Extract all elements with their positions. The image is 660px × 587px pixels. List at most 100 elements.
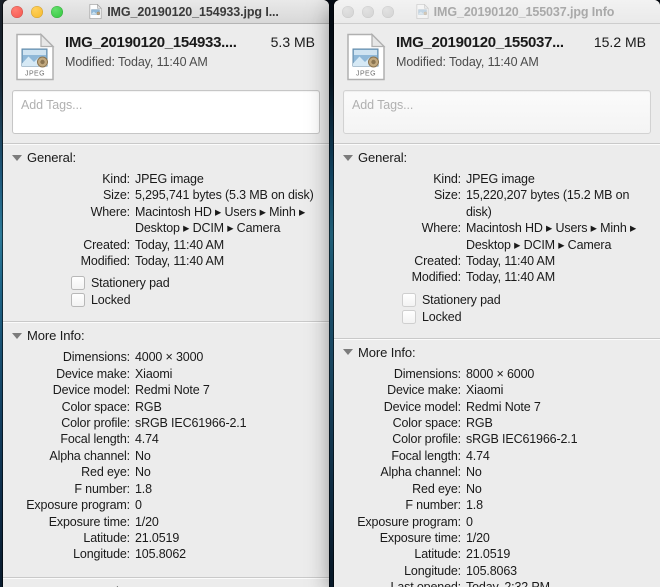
section-header-general[interactable]: General: [3, 144, 329, 170]
row-label: Device make: [56, 366, 130, 381]
info-row-dimensions: Dimensions: 4000 × 3000 [3, 349, 319, 365]
row-value: JPEG image [135, 172, 204, 186]
checkbox-box[interactable] [402, 309, 416, 324]
checkbox-locked[interactable]: Locked [334, 309, 650, 324]
info-row-where: Where: Macintosh HD ▸ Users ▸ Minh ▸ [334, 220, 650, 236]
info-row-latitude: Latitude: 21.0519 [334, 546, 650, 562]
file-size: 15.2 MB [593, 34, 646, 50]
titlebar[interactable]: IMG_20190120_155037.jpg Info [334, 0, 660, 24]
chevron-down-icon[interactable] [12, 332, 22, 339]
section-title: More Info: [27, 328, 85, 344]
jpeg-file-icon[interactable]: JPEG [346, 33, 386, 81]
row-label: Device make: [387, 383, 461, 398]
info-window-left[interactable]: IMG_20190120_154933.jpg I... JPEG IMG_20… [3, 0, 329, 587]
tags-section: Add Tags... [334, 88, 660, 143]
row-label: Alpha channel: [380, 465, 461, 480]
row-value: 105.8063 [466, 563, 517, 578]
info-row-device-make: Device make: Xiaomi [334, 382, 650, 398]
checkbox-locked[interactable]: Locked [3, 293, 319, 308]
info-row-size: Size: 15,220,207 bytes (15.2 MB on disk) [334, 187, 650, 220]
close-button[interactable] [342, 5, 354, 18]
file-name: IMG_20190120_154933.... [65, 34, 237, 51]
file-modified: Modified: Today, 11:40 AM [65, 55, 208, 69]
row-label: Color profile: [61, 416, 130, 431]
checkbox-box[interactable] [71, 293, 85, 308]
row-value: No [466, 481, 482, 496]
checkbox-box[interactable] [402, 292, 416, 307]
info-row-modified: Modified: Today, 11:40 AM [3, 253, 319, 269]
row-value: 0 [135, 498, 142, 513]
row-label: Device model: [383, 399, 461, 414]
info-row-where-cont: Desktop ▸ DCIM ▸ Camera [3, 220, 319, 236]
row-value: Redmi Note 7 [466, 399, 541, 414]
row-value: 4.74 [135, 432, 159, 447]
checkbox-label: Locked [91, 293, 131, 308]
row-label: Where: [421, 221, 462, 236]
close-button[interactable] [11, 5, 23, 18]
row-value: No [466, 465, 482, 480]
row-value: 5,295,741 bytes (5.3 MB on disk) [135, 188, 314, 203]
row-value: 21.0519 [466, 547, 511, 562]
jpeg-file-icon [416, 4, 429, 19]
minimize-button[interactable] [362, 5, 374, 18]
section-header-more-info[interactable]: More Info: [3, 322, 329, 348]
file-header: JPEG IMG_20190120_155037... 15.2 MB Modi… [334, 24, 660, 88]
row-value: Desktop ▸ DCIM ▸ Camera [466, 237, 612, 252]
tags-input[interactable]: Add Tags... [12, 90, 320, 134]
row-value: Today, 2:32 PM [466, 579, 650, 587]
window-body: JPEG IMG_20190120_154933.... 5.3 MB Modi… [3, 24, 329, 587]
row-value: Macintosh HD ▸ Users ▸ Minh ▸ [135, 204, 306, 219]
window-title: IMG_20190120_154933.jpg I... [107, 4, 279, 19]
info-row-size: Size: 5,295,741 bytes (5.3 MB on disk) [3, 187, 319, 203]
section-header-more-info[interactable]: More Info: [334, 339, 660, 365]
row-label: Where: [90, 204, 131, 219]
row-value: Xiaomi [135, 366, 173, 381]
row-value: sRGB IEC61966-2.1 [135, 416, 247, 431]
row-label: Longitude: [73, 547, 130, 562]
row-value: 8000 × 6000 [466, 366, 535, 381]
chevron-down-icon[interactable] [343, 154, 353, 161]
info-row-focal-length: Focal length: 4.74 [3, 431, 319, 447]
window-title-group: IMG_20190120_154933.jpg I... [53, 4, 279, 19]
info-row-latitude: Latitude: 21.0519 [3, 530, 319, 546]
row-label: Modified: [411, 270, 462, 285]
checkbox-stationery-pad[interactable]: Stationery pad [334, 292, 650, 307]
traffic-lights[interactable] [11, 0, 63, 23]
checkbox-label: Locked [422, 309, 462, 324]
tags-placeholder: Add Tags... [352, 98, 414, 112]
zoom-button[interactable] [382, 5, 394, 18]
tags-section: Add Tags... [3, 88, 329, 143]
row-label: Modified: [80, 254, 131, 269]
row-value: sRGB IEC61966-2.1 [466, 432, 578, 447]
traffic-lights[interactable] [342, 0, 394, 23]
checkbox-stationery-pad[interactable]: Stationery pad [3, 276, 319, 291]
section-header-name-extension[interactable]: Name & Extension: [3, 578, 329, 587]
row-label: Created: [414, 254, 461, 269]
row-label: Color profile: [392, 432, 461, 447]
info-row-exposure-program: Exposure program: 0 [3, 497, 319, 513]
checkbox-box[interactable] [71, 276, 85, 291]
chevron-down-icon[interactable] [12, 154, 22, 161]
file-size: 5.3 MB [270, 34, 315, 50]
minimize-button[interactable] [31, 5, 43, 18]
tags-input[interactable]: Add Tags... [343, 90, 651, 134]
titlebar[interactable]: IMG_20190120_154933.jpg I... [3, 0, 329, 24]
section-header-general[interactable]: General: [334, 144, 660, 170]
row-value: Redmi Note 7 [135, 383, 210, 398]
row-label: Color space: [61, 399, 131, 414]
row-value: 1.8 [466, 498, 483, 513]
info-row-modified: Modified: Today, 11:40 AM [334, 269, 650, 285]
row-label: Focal length: [391, 448, 461, 463]
info-row-alpha-channel: Alpha channel: No [334, 464, 650, 480]
file-modified: Modified: Today, 11:40 AM [396, 55, 539, 69]
info-row-color-profile: Color profile: sRGB IEC61966-2.1 [334, 431, 650, 447]
section-title: More Info: [358, 344, 416, 360]
row-value: Desktop ▸ DCIM ▸ Camera [135, 221, 281, 236]
chevron-down-icon[interactable] [343, 349, 353, 356]
row-label: Dimensions: [393, 366, 461, 381]
row-value: 21.0519 [135, 530, 180, 545]
jpeg-file-icon[interactable]: JPEG [15, 33, 55, 81]
info-window-right[interactable]: IMG_20190120_155037.jpg Info JPEG IMG_20… [334, 0, 660, 587]
info-row-exposure-program: Exposure program: 0 [334, 514, 650, 530]
zoom-button[interactable] [51, 5, 63, 18]
